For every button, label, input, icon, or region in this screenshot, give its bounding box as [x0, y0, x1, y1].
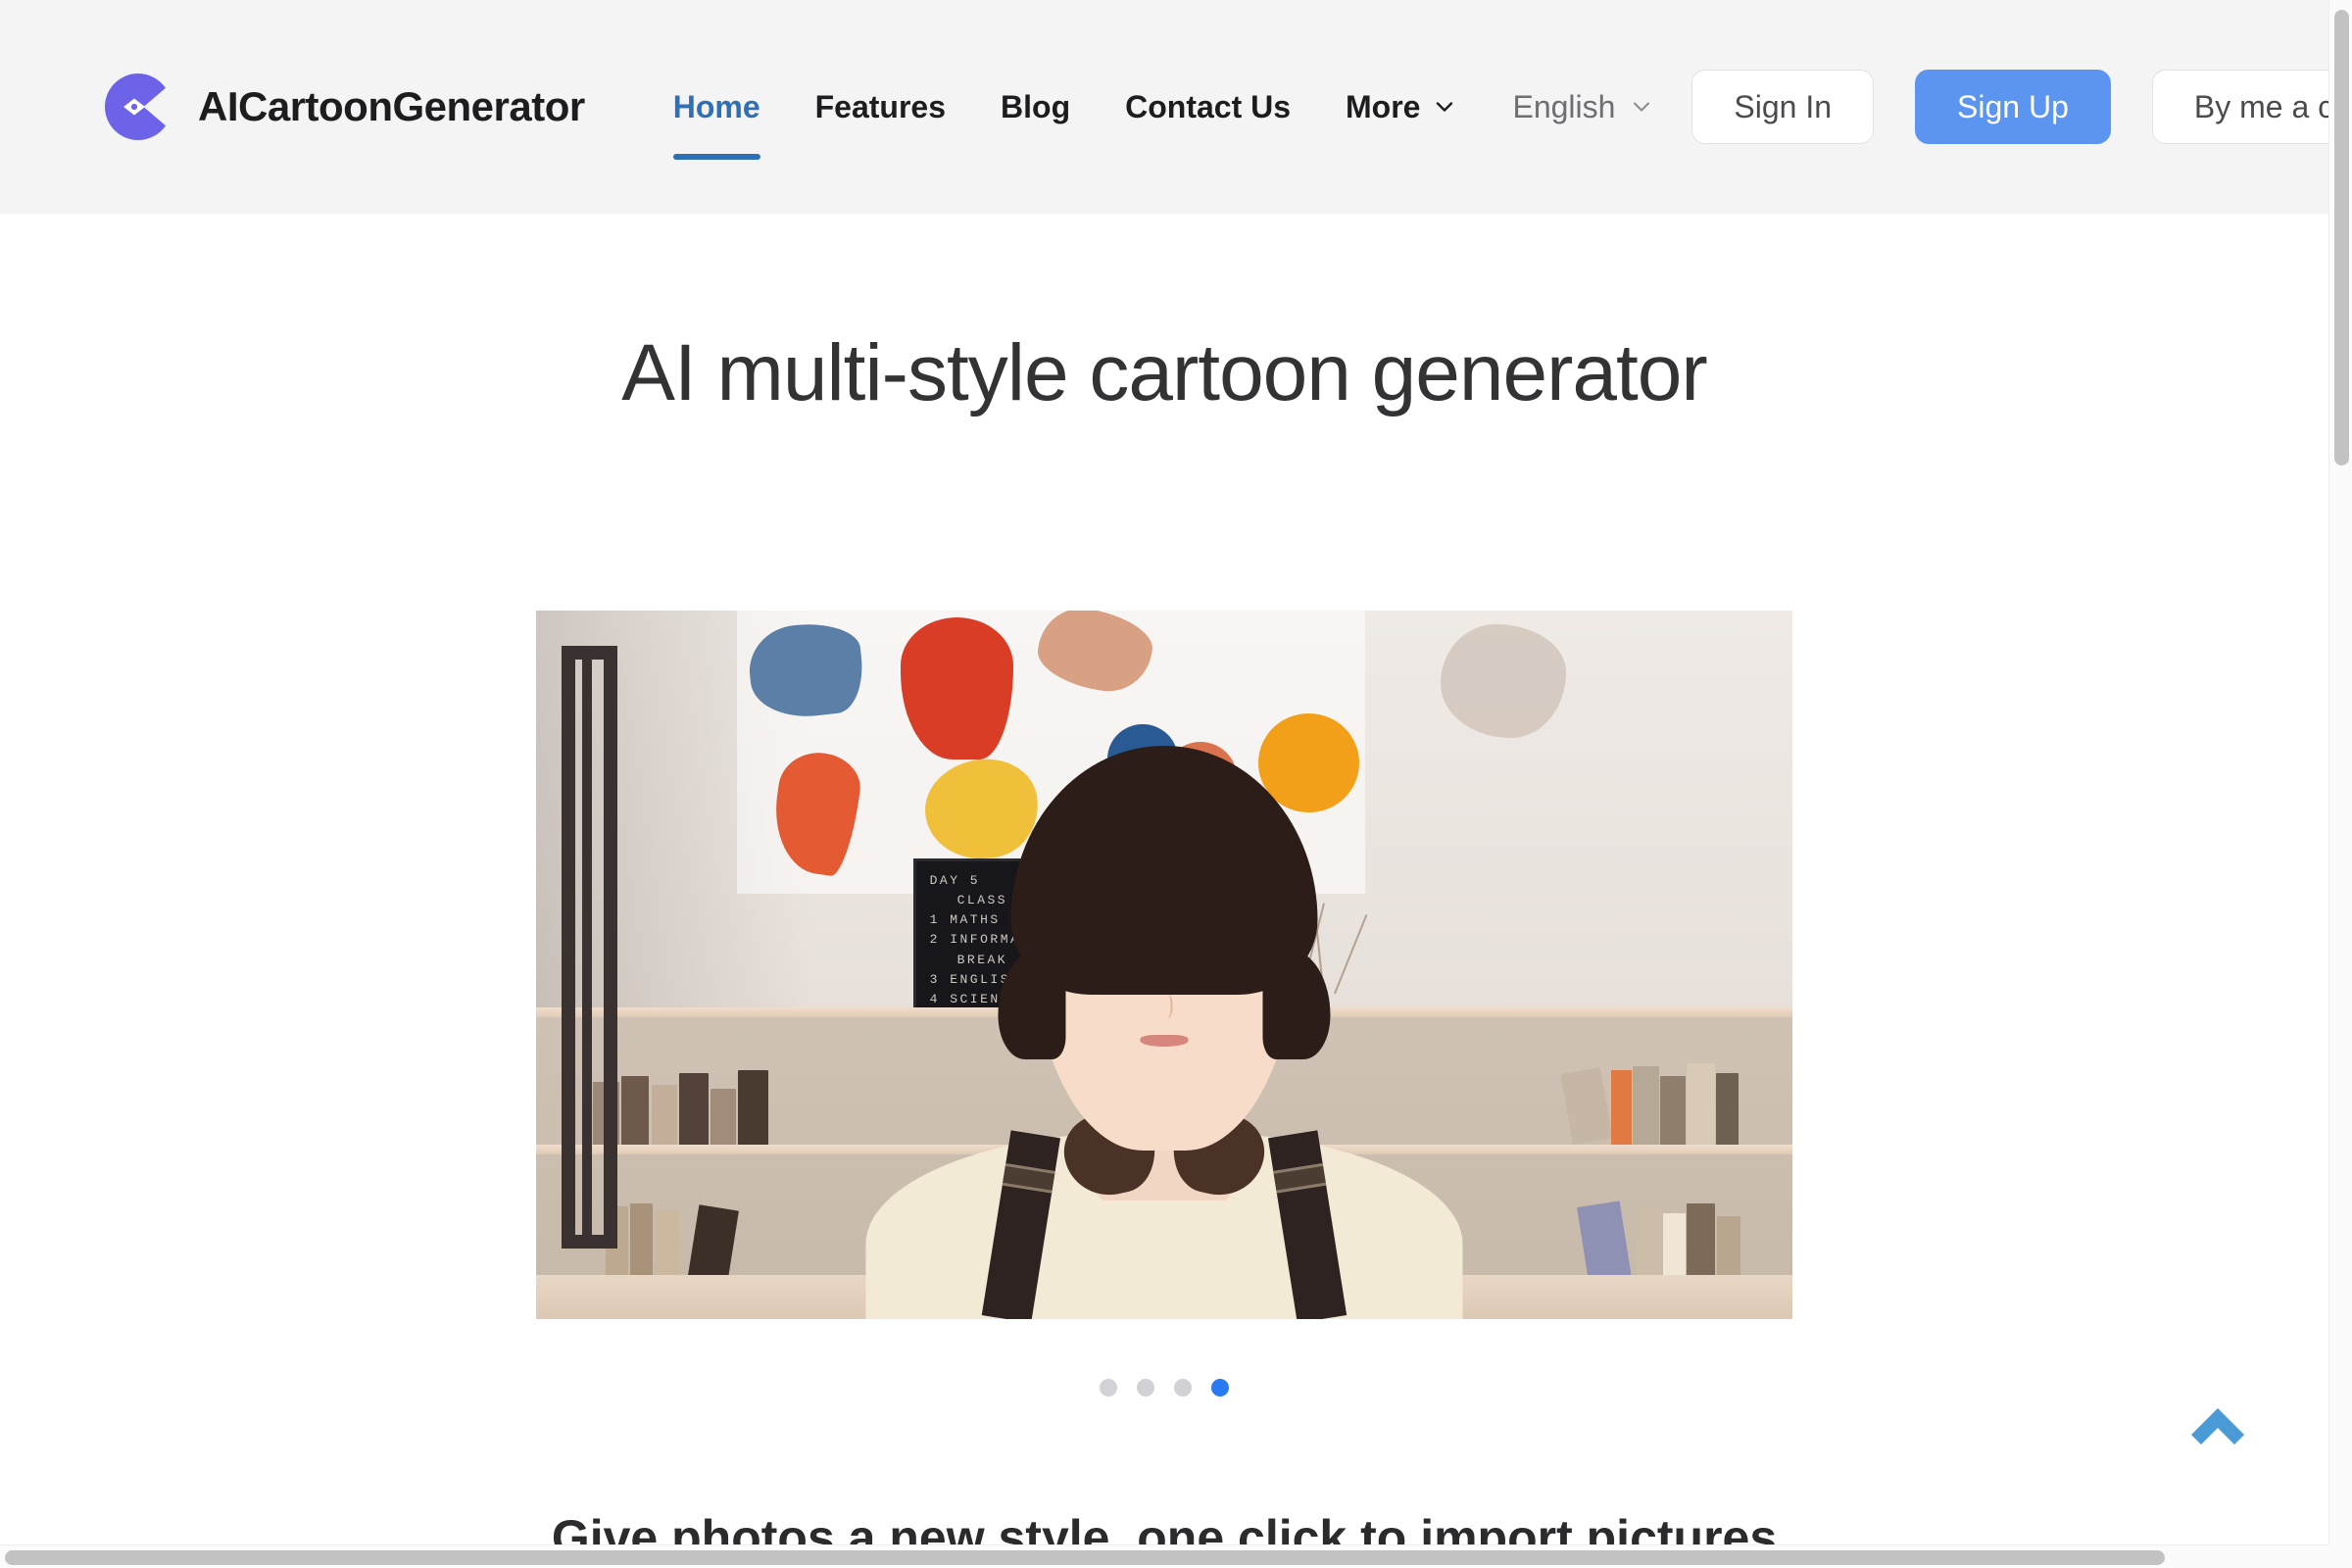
brand[interactable]: AICartoonGenerator: [102, 71, 585, 143]
sign-up-button[interactable]: Sign Up: [1915, 70, 2111, 144]
cartoon-pen-logo-icon: [102, 71, 174, 143]
carousel-dot-4[interactable]: [1211, 1379, 1229, 1396]
hero-section: AI multi-style cartoon generator DAY 5 C…: [0, 214, 2328, 1319]
brand-name: AICartoonGenerator: [198, 83, 585, 129]
nav-item-blog-label: Blog: [1001, 89, 1071, 124]
vertical-scrollbar-thumb[interactable]: [2334, 10, 2349, 466]
nav-item-home-label: Home: [672, 89, 760, 124]
student-portrait: [865, 696, 1463, 1319]
strap-buckle: [1003, 1163, 1055, 1194]
hair: [998, 745, 1331, 1060]
nav-item-more-label: More: [1346, 89, 1421, 124]
chevron-down-icon: [1631, 96, 1652, 118]
book: [651, 1085, 677, 1145]
sign-in-button[interactable]: Sign In: [1691, 70, 1875, 144]
nav-item-contact-us-label: Contact Us: [1125, 89, 1292, 124]
nav-item-home[interactable]: Home: [646, 89, 788, 160]
book: [1687, 1063, 1715, 1145]
book: [1660, 1075, 1686, 1145]
cartoon-classroom-scene: DAY 5 CLASS WORK 1 MATHS 2 INFORMATICS B…: [536, 611, 1792, 1319]
horizontal-scrollbar-thumb[interactable]: [5, 1550, 2165, 1565]
carousel-dot-3[interactable]: [1174, 1379, 1192, 1396]
scroll-to-top-button[interactable]: [2183, 1392, 2252, 1450]
header-actions: Sign In Sign Up By me a coffee: [1691, 70, 2352, 144]
carousel-dot-1[interactable]: [1100, 1379, 1117, 1396]
continent-asia: [1441, 624, 1567, 739]
carousel-pagination: [0, 1379, 2328, 1396]
book: [1611, 1069, 1632, 1145]
main-nav: Home Features Blog Contact Us More: [646, 89, 1484, 160]
book: [1715, 1072, 1739, 1145]
nav-item-contact-us[interactable]: Contact Us: [1098, 91, 1318, 122]
nav-item-more[interactable]: More: [1318, 91, 1483, 122]
mouth: [1140, 1034, 1189, 1047]
hero-carousel-image[interactable]: DAY 5 CLASS WORK 1 MATHS 2 INFORMATICS B…: [536, 611, 1792, 1319]
chevron-up-icon: [2183, 1392, 2252, 1450]
vertical-scrollbar[interactable]: [2328, 0, 2352, 1544]
book: [621, 1075, 650, 1145]
page-title: AI multi-style cartoon generator: [621, 328, 1707, 417]
buy-me-a-coffee-button[interactable]: By me a coffee: [2151, 70, 2352, 144]
nav-item-blog[interactable]: Blog: [973, 91, 1098, 122]
chevron-down-icon: [1434, 96, 1455, 118]
horizontal-scrollbar[interactable]: [0, 1544, 2352, 1568]
book: [738, 1069, 769, 1145]
scrollbar-corner: [2328, 1544, 2352, 1568]
language-selector[interactable]: English: [1512, 89, 1652, 125]
shelf-frame-left: [561, 646, 618, 1249]
book: [710, 1088, 736, 1145]
book: [679, 1072, 709, 1145]
nose: [1156, 992, 1173, 1020]
strap-buckle: [1273, 1163, 1326, 1194]
carousel-dot-2[interactable]: [1137, 1379, 1154, 1396]
language-selector-value: English: [1512, 88, 1616, 124]
site-header: AICartoonGenerator Home Features Blog Co…: [0, 0, 2352, 214]
browser-viewport: AICartoonGenerator Home Features Blog Co…: [0, 0, 2352, 1568]
book: [1633, 1066, 1660, 1145]
nav-item-features[interactable]: Features: [788, 91, 973, 122]
nav-item-features-label: Features: [814, 89, 947, 124]
